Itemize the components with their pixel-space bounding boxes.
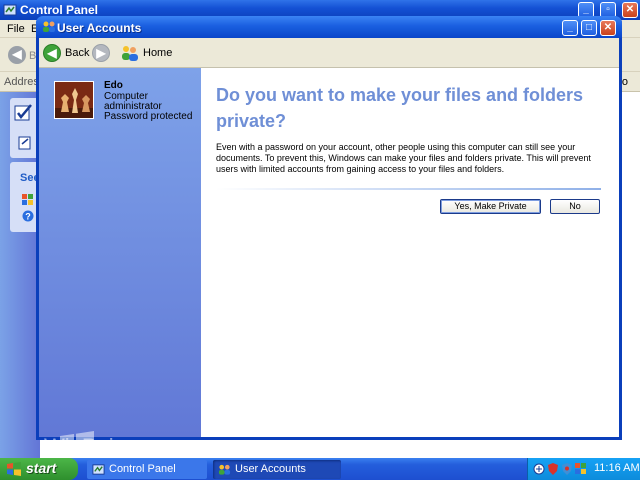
home-icon[interactable]	[121, 45, 139, 61]
close-button[interactable]: ✕	[622, 2, 638, 18]
control-panel-task-pane: See ?	[0, 92, 40, 458]
back-button-label[interactable]: Back	[65, 47, 89, 59]
yes-make-private-button[interactable]: Yes, Make Private	[440, 199, 541, 214]
user-accounts-window: User Accounts _ □ ✕ ◀ Back ▶ Home Edo Co…	[36, 16, 622, 440]
user-avatar	[54, 81, 94, 119]
description-text: Even with a password on your account, ot…	[216, 142, 591, 174]
ua-minimize-button[interactable]: _	[562, 20, 578, 36]
taskbar-item-label: Control Panel	[109, 463, 176, 475]
taskbar-item-user-accounts[interactable]: User Accounts	[213, 460, 341, 479]
no-button[interactable]: No	[550, 199, 600, 214]
home-button-label[interactable]: Home	[143, 47, 172, 59]
clock[interactable]: 11:16 AM	[594, 462, 640, 474]
user-accounts-titlebar[interactable]: User Accounts _ □ ✕	[36, 16, 622, 38]
start-label: start	[26, 460, 57, 476]
back-arrow-icon[interactable]: ◀	[8, 46, 26, 64]
help-icon[interactable]: ?	[22, 210, 34, 222]
checkmark-icon	[14, 104, 32, 121]
start-button[interactable]: start	[0, 458, 78, 480]
user-accounts-title: User Accounts	[57, 21, 142, 35]
switch-view-icon[interactable]	[18, 136, 32, 150]
user-info-pane: Edo Computer administrator Password prot…	[39, 68, 201, 437]
user-accounts-icon	[43, 21, 55, 32]
taskbar-item-label: User Accounts	[235, 463, 306, 475]
user-accounts-toolbar: ◀ Back ▶ Home	[39, 38, 619, 68]
taskbar: start Control Panel User Accounts 11:16 …	[0, 458, 640, 480]
user-accounts-content: Edo Computer administrator Password prot…	[39, 68, 619, 437]
taskbar-item-control-panel[interactable]: Control Panel	[87, 460, 207, 479]
svg-text:?: ?	[25, 212, 31, 222]
user-accounts-icon	[218, 464, 231, 475]
forward-arrow-icon[interactable]: ▶	[92, 44, 110, 62]
system-tray: 11:16 AM	[527, 458, 640, 480]
antivirus-icon[interactable]	[561, 463, 573, 475]
divider	[216, 188, 601, 190]
chess-pieces-avatar-icon	[55, 82, 93, 118]
ua-close-button[interactable]: ✕	[600, 20, 616, 36]
windows-update-icon[interactable]	[22, 194, 34, 206]
windows-update-icon[interactable]	[575, 463, 587, 475]
page-title: Do you want to make your files and folde…	[216, 85, 584, 131]
control-panel-icon	[3, 4, 17, 16]
network-icon[interactable]	[533, 463, 545, 475]
watermark-text: WinPoin	[44, 434, 126, 459]
ua-maximize-button[interactable]: □	[581, 20, 597, 36]
menu-file[interactable]: File	[7, 23, 25, 35]
control-panel-icon	[92, 464, 105, 475]
windows-flag-icon	[7, 462, 21, 476]
control-panel-title: Control Panel	[20, 3, 99, 17]
security-shield-icon[interactable]	[547, 463, 559, 475]
user-name: Edo	[104, 80, 123, 91]
user-password-status: Password protected	[104, 111, 193, 122]
back-arrow-icon[interactable]: ◀	[43, 44, 61, 62]
